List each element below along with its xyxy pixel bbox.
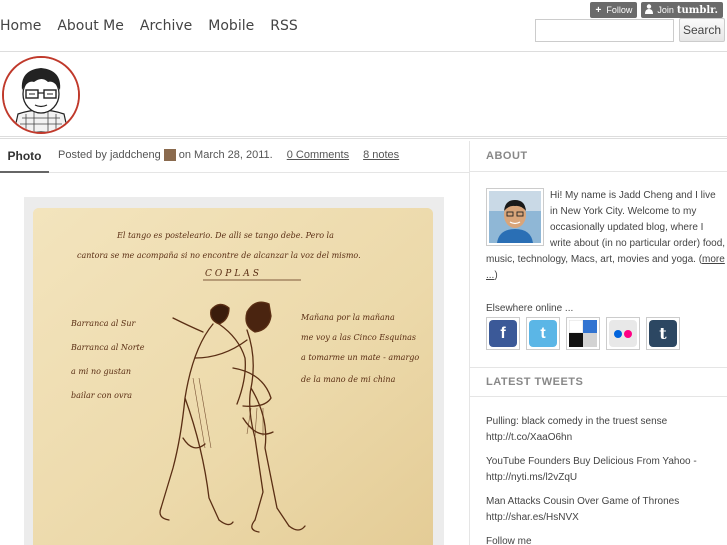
tweet-item: YouTube Founders Buy Delicious From Yaho… xyxy=(486,454,724,486)
twitter-link[interactable]: t xyxy=(526,317,560,350)
blog-header xyxy=(0,55,727,139)
photo-title: COPLAS xyxy=(205,269,262,279)
tweet-item: Man Attacks Cousin Over Game of Thrones … xyxy=(486,494,724,526)
post-meta: Posted by jaddcheng on March 28, 2011. 0… xyxy=(58,149,399,161)
facebook-icon: f xyxy=(489,320,517,347)
person-icon xyxy=(644,3,654,17)
tumblr-icon: t xyxy=(649,320,677,347)
post-date: on March 28, 2011. xyxy=(178,149,273,161)
photo-line-2: cantora se me acompaña si no encontre de… xyxy=(77,251,361,260)
photo-left-1: Barranca al Sur xyxy=(70,319,137,328)
photo-left-2: Barranca al Norte xyxy=(70,343,145,352)
nav-about-link[interactable]: About Me xyxy=(57,18,124,34)
social-icons: f t t xyxy=(486,317,680,350)
join-label: Join xyxy=(657,5,674,15)
about-section: Hi! My name is Jadd Cheng and I live in … xyxy=(486,188,726,284)
tweet-link[interactable]: http://shar.es/HsNVX xyxy=(486,510,724,526)
photo-right-1: Mañana por la mañana xyxy=(300,313,395,322)
delicious-link[interactable] xyxy=(566,317,600,350)
tumblr-controls: + Follow Join tumblr. xyxy=(590,2,723,18)
cartoon-avatar-logo[interactable] xyxy=(2,56,80,134)
elsewhere-label: Elsewhere online ... xyxy=(486,303,574,314)
tumblr-brand: tumblr. xyxy=(676,4,718,16)
post-type-tab[interactable]: Photo xyxy=(0,141,49,173)
nav-home-link[interactable]: Home xyxy=(0,18,41,34)
nav-archive-link[interactable]: Archive xyxy=(140,18,192,34)
profile-photo[interactable] xyxy=(486,188,544,246)
photo-frame: El tango es posteleario. De alli se tang… xyxy=(24,197,444,545)
notes-link[interactable]: 8 notes xyxy=(363,149,399,161)
photo-right-4: de la mano de mi china xyxy=(301,375,396,384)
follow-label: Follow xyxy=(606,5,633,15)
tweet-text: Pulling: black comedy in the truest sens… xyxy=(486,416,668,427)
photo-left-3: a mi no gustan xyxy=(71,367,131,376)
author-avatar[interactable] xyxy=(163,149,176,161)
nav-links: Home About Me Archive Mobile RSS xyxy=(0,18,314,34)
nav-rss-link[interactable]: RSS xyxy=(270,18,298,34)
post-photo[interactable]: El tango es posteleario. De alli se tang… xyxy=(33,208,433,545)
follow-button[interactable]: + Follow xyxy=(590,2,638,18)
join-tumblr-button[interactable]: Join tumblr. xyxy=(641,2,723,18)
photo-right-3: a tomarme un mate - amargo xyxy=(301,353,419,362)
posted-by-text: Posted by jaddcheng xyxy=(58,149,161,161)
about-heading: ABOUT xyxy=(470,141,727,172)
twitter-icon: t xyxy=(529,320,557,347)
photo-left-4: bailar con ovra xyxy=(71,391,132,400)
tweet-text: Man Attacks Cousin Over Game of Thrones xyxy=(486,496,680,507)
post-meta-bar: Photo Posted by jaddcheng on March 28, 2… xyxy=(0,141,469,173)
tumblr-link[interactable]: t xyxy=(646,317,680,350)
nav-mobile-link[interactable]: Mobile xyxy=(208,18,254,34)
flickr-icon xyxy=(609,320,637,347)
sidebar: ABOUT Hi! My name is Jadd Cheng and I li… xyxy=(469,141,727,545)
top-navigation: Home About Me Archive Mobile RSS + Follo… xyxy=(0,0,727,52)
photo-right-2: me voy a las Cinco Esquinas xyxy=(301,333,416,342)
flickr-link[interactable] xyxy=(606,317,640,350)
search-input[interactable] xyxy=(535,19,674,42)
tweet-item: Pulling: black comedy in the truest sens… xyxy=(486,414,724,446)
follow-me-link[interactable]: Follow me xyxy=(486,534,724,545)
delicious-icon xyxy=(569,320,597,347)
tweet-link[interactable]: http://nyti.ms/l2vZqU xyxy=(486,470,724,486)
photo-line-1: El tango es posteleario. De alli se tang… xyxy=(116,231,334,240)
search-button[interactable]: Search xyxy=(679,18,725,42)
latest-tweets-heading: LATEST TWEETS xyxy=(470,367,727,397)
comments-link[interactable]: 0 Comments xyxy=(287,149,349,161)
plus-icon: + xyxy=(595,4,602,16)
tweets-list: Pulling: black comedy in the truest sens… xyxy=(486,414,724,545)
facebook-link[interactable]: f xyxy=(486,317,520,350)
tweet-text: YouTube Founders Buy Delicious From Yaho… xyxy=(486,456,697,467)
tweet-link[interactable]: http://t.co/XaaO6hn xyxy=(486,430,724,446)
